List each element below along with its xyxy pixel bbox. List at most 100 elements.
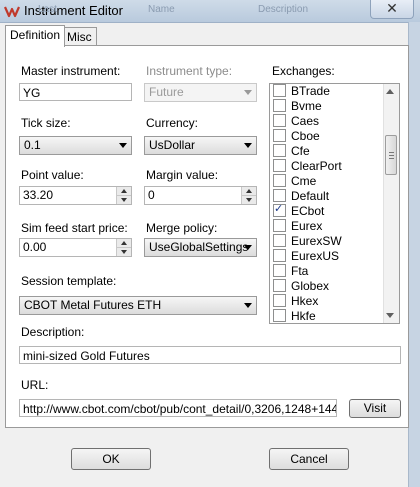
exchange-item-cfe[interactable]: Cfe — [273, 144, 310, 159]
exchange-name: ClearPort — [291, 159, 342, 173]
cancel-button[interactable]: Cancel — [269, 448, 349, 470]
exchange-name: Default — [291, 189, 330, 203]
checkbox[interactable] — [273, 219, 286, 232]
exchange-item-eurexsw[interactable]: EurexSW — [273, 234, 342, 249]
exchange-name: Caes — [291, 114, 320, 128]
exchange-name: ECbot — [291, 204, 325, 218]
margin-value-stepper[interactable]: 0 — [144, 186, 257, 205]
spin-up-icon[interactable] — [116, 187, 131, 196]
title-bar[interactable]: Instrument Editor Last Name Description … — [0, 0, 420, 23]
instrument-editor-window: Instrument Editor Last Name Description … — [0, 0, 420, 487]
session-template-select[interactable]: CBOT Metal Futures ETH — [19, 296, 257, 315]
app-logo-icon — [4, 6, 20, 18]
checkbox[interactable] — [273, 309, 286, 322]
spin-up-icon[interactable] — [116, 239, 131, 248]
point-value-label: Point value: — [21, 168, 84, 182]
exchange-item-eurex[interactable]: Eurex — [273, 219, 322, 234]
tick-size-label: Tick size: — [21, 116, 71, 130]
tab-misc[interactable]: Misc — [62, 27, 97, 46]
exchange-item-cboe[interactable]: Cboe — [273, 129, 320, 144]
sim-feed-start-price-value: 0.00 — [23, 240, 47, 254]
chevron-down-icon — [244, 90, 252, 95]
instrument-type-label: Instrument type: — [146, 64, 233, 78]
checkbox[interactable] — [273, 114, 286, 127]
tick-size-select[interactable]: 0.1 — [19, 136, 132, 155]
exchange-name: Cboe — [291, 129, 320, 143]
background-window-edge — [408, 22, 420, 487]
checkbox[interactable] — [273, 189, 286, 202]
master-instrument-input[interactable]: YG — [19, 83, 132, 101]
spin-down-icon[interactable] — [116, 248, 131, 256]
exchange-name: Bvme — [291, 99, 322, 113]
spin-up-icon[interactable] — [241, 187, 256, 196]
exchange-item-globex[interactable]: Globex — [273, 279, 329, 294]
checkbox[interactable] — [273, 99, 286, 112]
url-input[interactable]: http://www.cbot.com/cbot/pub/cont_detail… — [19, 399, 337, 417]
exchange-name: Fta — [291, 264, 309, 278]
chevron-down-icon — [244, 303, 252, 308]
checkbox[interactable] — [273, 144, 286, 157]
checkbox[interactable] — [273, 129, 286, 142]
sim-feed-start-price-label: Sim feed start price: — [21, 221, 128, 235]
exchange-item-hkex[interactable]: Hkex — [273, 294, 318, 309]
scroll-down-arrow-icon[interactable] — [386, 313, 394, 318]
exchange-item-caes[interactable]: Caes — [273, 114, 319, 129]
merge-policy-value: UseGlobalSettings — [149, 240, 249, 254]
exchange-name: EurexSW — [291, 234, 342, 248]
tick-size-value: 0.1 — [24, 138, 41, 152]
exchanges-list[interactable]: BTrade Bvme Caes Cboe Cfe ClearPort Cme … — [269, 83, 400, 324]
margin-value-label: Margin value: — [146, 168, 219, 182]
scroll-up-arrow-icon[interactable] — [386, 89, 394, 94]
close-icon: ✕ — [386, 0, 398, 16]
background-column-label: Description — [258, 4, 309, 15]
merge-policy-select[interactable]: UseGlobalSettings — [144, 238, 257, 257]
master-instrument-label: Master instrument: — [21, 64, 121, 78]
exchange-item-ecbot[interactable]: ECbot — [273, 202, 325, 219]
checkbox[interactable] — [273, 234, 286, 247]
scroll-thumb[interactable] — [385, 135, 397, 175]
checkbox[interactable] — [273, 279, 286, 292]
checkbox[interactable] — [273, 294, 286, 307]
exchange-name: Cme — [291, 174, 317, 188]
spin-down-icon[interactable] — [241, 196, 256, 204]
exchange-name: Hkfe — [291, 309, 316, 323]
checkbox[interactable] — [273, 249, 286, 262]
checkbox[interactable] — [273, 174, 286, 187]
chevron-down-icon — [119, 143, 127, 148]
instrument-type-select[interactable]: Future — [144, 83, 257, 102]
background-column-label: Last — [38, 4, 57, 15]
exchange-item-btrade[interactable]: BTrade — [273, 84, 330, 99]
currency-select[interactable]: UsDollar — [144, 136, 257, 155]
session-template-label: Session template: — [21, 274, 117, 288]
currency-label: Currency: — [146, 116, 199, 130]
margin-value-value: 0 — [148, 188, 155, 202]
point-value-stepper[interactable]: 33.20 — [19, 186, 132, 205]
background-column-label: Name — [148, 4, 175, 15]
exchange-name: Hkex — [291, 294, 319, 308]
chevron-down-icon — [244, 143, 252, 148]
sim-feed-start-price-stepper[interactable]: 0.00 — [19, 238, 132, 257]
description-input[interactable]: mini-sized Gold Futures — [19, 346, 401, 364]
exchange-item-fta[interactable]: Fta — [273, 264, 308, 279]
spin-down-icon[interactable] — [116, 196, 131, 204]
close-button[interactable]: ✕ — [370, 0, 414, 19]
visit-button[interactable]: Visit — [349, 399, 401, 418]
merge-policy-label: Merge policy: — [146, 221, 218, 235]
exchange-item-clearport[interactable]: ClearPort — [273, 159, 342, 174]
exchange-item-cme[interactable]: Cme — [273, 174, 316, 189]
session-template-value: CBOT Metal Futures ETH — [24, 298, 162, 312]
checkbox[interactable] — [273, 159, 286, 172]
checkbox-checked[interactable] — [273, 202, 286, 217]
exchanges-label: Exchanges: — [272, 64, 335, 78]
exchange-item-hkfe[interactable]: Hkfe — [273, 309, 316, 323]
exchange-name: BTrade — [291, 84, 330, 98]
exchanges-scrollbar[interactable] — [383, 84, 399, 323]
checkbox[interactable] — [273, 264, 286, 277]
ok-button[interactable]: OK — [71, 448, 151, 470]
tab-definition[interactable]: Definition — [5, 25, 66, 47]
chevron-down-icon — [244, 245, 252, 250]
exchange-item-eurexus[interactable]: EurexUS — [273, 249, 339, 264]
checkbox[interactable] — [273, 84, 286, 97]
exchange-item-bvme[interactable]: Bvme — [273, 99, 322, 114]
currency-value: UsDollar — [149, 138, 196, 152]
